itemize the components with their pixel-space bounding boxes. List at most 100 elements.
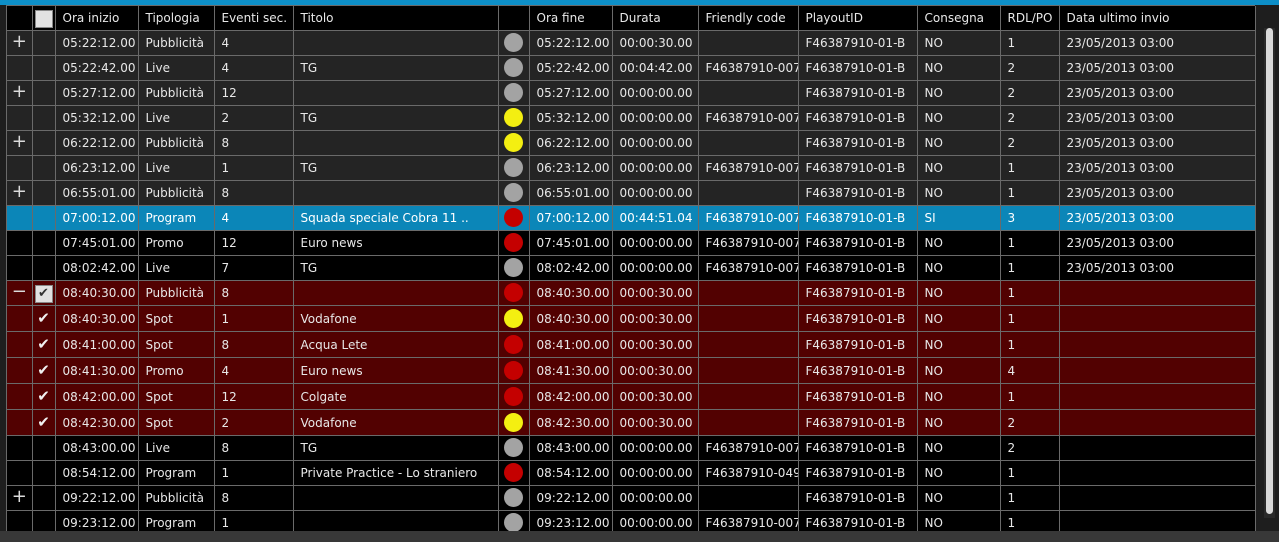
- cell-consegna: NO: [917, 383, 1001, 410]
- expand-icon[interactable]: +: [12, 181, 27, 202]
- expander-cell[interactable]: +: [7, 130, 33, 156]
- check-cell[interactable]: [32, 55, 56, 81]
- check-cell[interactable]: ✔: [32, 357, 56, 384]
- check-cell[interactable]: ✔: [32, 280, 56, 306]
- check-cell[interactable]: [32, 105, 56, 131]
- checkmark-icon[interactable]: ✔: [37, 335, 50, 353]
- check-cell[interactable]: [32, 485, 56, 511]
- expand-icon[interactable]: +: [12, 486, 27, 507]
- header-ora-inizio[interactable]: Ora inizio: [55, 6, 139, 31]
- status-gray-dot-icon: [504, 513, 523, 532]
- cell-tipologia: Spot: [138, 331, 215, 358]
- check-cell[interactable]: [32, 230, 56, 256]
- cell-consegna: NO: [917, 105, 1001, 131]
- checkmark-icon[interactable]: ✔: [37, 309, 50, 327]
- expand-icon[interactable]: +: [12, 131, 27, 152]
- expand-icon[interactable]: +: [12, 31, 27, 52]
- vertical-scrollbar[interactable]: [1264, 28, 1275, 518]
- check-cell[interactable]: [32, 435, 56, 461]
- check-cell[interactable]: [32, 255, 56, 281]
- check-cell[interactable]: [32, 80, 56, 106]
- expander-cell[interactable]: −: [7, 280, 33, 306]
- status-gray-dot-icon: [504, 158, 523, 177]
- check-cell[interactable]: ✔: [32, 409, 56, 436]
- header-consegna[interactable]: Consegna: [917, 6, 1001, 31]
- check-cell[interactable]: ✔: [32, 331, 56, 358]
- cell-eventi-sec: 8: [214, 280, 294, 306]
- cell-ora-fine: 05:22:12.00: [529, 30, 613, 56]
- checkmark-icon[interactable]: ✔: [37, 361, 50, 379]
- header-eventi-sec[interactable]: Eventi sec.: [214, 6, 294, 31]
- cell-eventi-sec: 2: [214, 409, 294, 436]
- cell-titolo: TG: [293, 55, 499, 81]
- cell-eventi-sec: 4: [214, 205, 294, 231]
- check-cell[interactable]: ✔: [32, 305, 56, 332]
- status-red-dot-icon: [504, 386, 523, 406]
- table-row[interactable]: 05:22:42.00 Live 4 TG 05:22:42.00 00:04:42.00…: [7, 55, 1256, 81]
- select-all-checkbox[interactable]: [34, 9, 53, 28]
- cell-data-ultimo-invio: [1059, 331, 1256, 358]
- cell-playout-id: F46387910-01-B: [798, 130, 918, 156]
- status-cell: [498, 30, 530, 56]
- status-cell: [498, 435, 530, 461]
- header-friendly-code[interactable]: Friendly code: [698, 6, 799, 31]
- check-cell[interactable]: [32, 30, 56, 56]
- checkmark-icon[interactable]: ✔: [37, 413, 50, 431]
- cell-data-ultimo-invio: 23/05/2013 03:00: [1059, 180, 1256, 206]
- check-cell[interactable]: ✔: [32, 383, 56, 410]
- cell-durata: 00:00:00.00: [612, 460, 699, 486]
- header-playout-id[interactable]: PlayoutID: [798, 6, 918, 31]
- header-rdl-po[interactable]: RDL/PO: [1000, 6, 1060, 31]
- table-row[interactable]: ✔ 08:41:00.00 Spot 8 Acqua Lete 08:41:00.00 00…: [7, 331, 1256, 358]
- table-row[interactable]: − ✔ 08:40:30.00 Pubblicità 8 08:40:30.00 00:00…: [7, 280, 1256, 306]
- table-row[interactable]: +06:22:12.00 Pubblicità 8 06:22:12.00 00:00:…: [7, 130, 1256, 156]
- status-red-dot-icon: [504, 334, 523, 354]
- expander-cell[interactable]: +: [7, 80, 33, 106]
- cell-playout-id: F46387910-01-B: [798, 180, 918, 206]
- table-row[interactable]: 08:54:12.00 Program 1 Private Practice - Lo…: [7, 460, 1256, 486]
- expander-cell[interactable]: +: [7, 180, 33, 206]
- check-cell[interactable]: [32, 460, 56, 486]
- table-row[interactable]: 06:23:12.00 Live 1 TG 06:23:12.00 00:00:00.00…: [7, 155, 1256, 181]
- bottom-strip: [0, 531, 1279, 542]
- expander-cell[interactable]: +: [7, 30, 33, 56]
- check-cell[interactable]: [32, 180, 56, 206]
- cell-data-ultimo-invio: [1059, 409, 1256, 436]
- table-row[interactable]: +05:22:12.00 Pubblicità 4 05:22:12.00 00:00:…: [7, 30, 1256, 56]
- table-row[interactable]: +06:55:01.00 Pubblicità 8 06:55:01.00 00:00:…: [7, 180, 1256, 206]
- table-row[interactable]: +05:27:12.00 Pubblicità 12 05:27:12.00 00:00…: [7, 80, 1256, 106]
- cell-data-ultimo-invio: 23/05/2013 03:00: [1059, 130, 1256, 156]
- cell-friendly-code: [698, 357, 799, 384]
- table-row[interactable]: 08:43:00.00 Live 8 TG 08:43:00.00 00:00:00.00…: [7, 435, 1256, 461]
- status-cell: [498, 280, 530, 306]
- table-row[interactable]: 08:02:42.00 Live 7 TG 08:02:42.00 00:00:00.00…: [7, 255, 1256, 281]
- expand-icon[interactable]: +: [12, 81, 27, 102]
- table-row[interactable]: ✔ 08:42:30.00 Spot 2 Vodafone 08:42:30.00 00:0…: [7, 409, 1256, 436]
- checkmark-icon[interactable]: ✔: [37, 387, 50, 405]
- header-data-ultimo-invio[interactable]: Data ultimo invio: [1059, 6, 1256, 31]
- table-row[interactable]: ✔ 08:41:30.00 Promo 4 Euro news 08:41:30.00 00…: [7, 357, 1256, 384]
- table-row[interactable]: +09:22:12.00 Pubblicità 8 09:22:12.00 00:00:…: [7, 485, 1256, 511]
- status-cell: [498, 485, 530, 511]
- check-cell[interactable]: [32, 155, 56, 181]
- scrollbar-thumb[interactable]: [1266, 28, 1273, 514]
- header-durata[interactable]: Durata: [612, 6, 699, 31]
- header-select-all[interactable]: [32, 6, 56, 31]
- table-row[interactable]: ✔ 08:42:00.00 Spot 12 Colgate 08:42:00.00 00:0…: [7, 383, 1256, 410]
- check-cell[interactable]: [32, 205, 56, 231]
- header-tipologia[interactable]: Tipologia: [138, 6, 215, 31]
- table-row[interactable]: 07:45:01.00 Promo 12 Euro news 07:45:01.00 00…: [7, 230, 1256, 256]
- cell-consegna: NO: [917, 280, 1001, 306]
- header-titolo[interactable]: Titolo: [293, 6, 499, 31]
- table-row[interactable]: ✔ 08:40:30.00 Spot 1 Vodafone 08:40:30.00 00:0…: [7, 305, 1256, 332]
- check-cell[interactable]: [32, 130, 56, 156]
- collapse-icon[interactable]: −: [12, 281, 27, 302]
- table-row[interactable]: 05:32:12.00 Live 2 TG 05:32:12.00 00:00:00.00…: [7, 105, 1256, 131]
- expander-cell[interactable]: +: [7, 485, 33, 511]
- cell-data-ultimo-invio: [1059, 435, 1256, 461]
- table-row[interactable]: 07:00:12.00 Program 4 Squada speciale Cobra…: [7, 205, 1256, 231]
- cell-friendly-code: F46387910-007: [698, 230, 799, 256]
- group-checkbox-checked[interactable]: ✔: [34, 284, 53, 303]
- status-red-dot-icon: [504, 233, 523, 252]
- header-ora-fine[interactable]: Ora fine: [529, 6, 613, 31]
